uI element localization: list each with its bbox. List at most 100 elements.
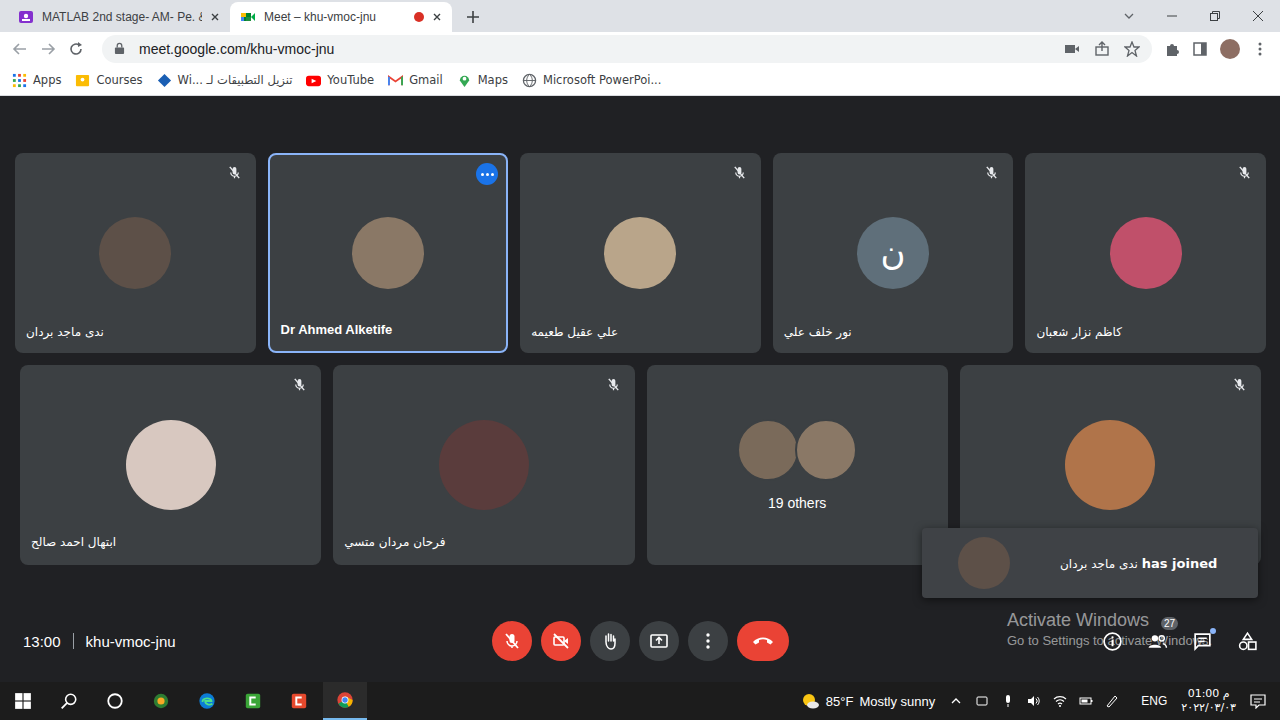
battery-icon[interactable] [1079,694,1093,708]
more-options-button[interactable] [476,163,498,185]
raise-hand-icon [600,631,620,651]
bookmark[interactable]: Apps [12,73,61,88]
camera-button[interactable] [541,621,581,661]
recorder-icon[interactable] [290,692,308,710]
meet-tray-icon[interactable] [975,694,989,708]
cortana-icon[interactable] [106,692,124,710]
star-icon[interactable] [1124,41,1140,57]
maps-icon [457,73,472,88]
wifi-icon[interactable] [1053,694,1067,708]
app-icon[interactable] [152,692,170,710]
clock[interactable]: 01:00 م٢٠٢٢/٠٣/٠٣ [1181,687,1236,716]
close-icon[interactable] [432,12,442,22]
bookmark[interactable]: Courses [75,73,142,88]
classroom-icon [18,9,34,25]
close-icon[interactable] [210,12,220,22]
avatar-photo [126,420,216,510]
toolbar: meet.google.com/khu-vmoc-jnu [0,32,1280,65]
camtasia-icon[interactable] [244,692,262,710]
url-text: meet.google.com/khu-vmoc-jnu [139,41,334,57]
extensions-icon[interactable] [1164,41,1180,57]
taskbar: 85°F Mostly sunny ENG 01:00 م٢٠٢٢/٠٣/٠٣ [0,682,1280,720]
bookmark[interactable]: Microsoft PowerPoi... [522,73,661,88]
side-panel-icon[interactable] [1192,41,1208,57]
mic-off-icon [732,165,747,180]
bookmark[interactable]: Maps [457,73,508,88]
address-bar[interactable]: meet.google.com/khu-vmoc-jnu [102,35,1152,63]
profile-avatar[interactable] [1220,39,1240,59]
others-avatars [737,419,857,481]
weather-temp: 85°F [826,694,854,709]
restore-icon[interactable] [1208,9,1222,23]
pen-icon[interactable] [1105,694,1119,708]
more-button[interactable] [688,621,728,661]
participant-tile[interactable]: فرحان مردان متسي [333,365,634,565]
participant-tile[interactable]: 19 others [647,365,948,565]
people-button[interactable]: 27 [1147,631,1168,652]
show-hidden-icon[interactable] [949,694,963,708]
search-icon[interactable] [60,692,78,710]
edge-icon[interactable] [198,692,216,710]
bookmark[interactable]: Gmail [388,73,443,88]
microphone-icon[interactable] [1001,694,1015,708]
chat-button[interactable] [1192,631,1213,652]
present-button[interactable] [639,621,679,661]
participant-name: Dr Ahmed Alketife [281,322,393,337]
avatar-photo [604,217,676,289]
notifications-icon[interactable] [1250,693,1266,709]
info-icon[interactable] [1102,631,1123,652]
watermark-title: Activate Windows [1007,610,1212,631]
share-icon[interactable] [1094,41,1110,57]
chrome-icon [336,691,354,709]
weather-condition: Mostly sunny [859,694,935,709]
camera-icon[interactable] [1064,41,1080,57]
mic-off-icon [984,165,999,180]
meeting-time: 13:00 [23,633,61,650]
apps-grid-icon [12,73,27,88]
meeting-info: 13:00khu-vmoc-jnu [23,633,443,650]
activities-icon[interactable] [1237,631,1258,652]
gmail-icon [388,73,403,88]
language-indicator[interactable]: ENG [1141,694,1167,708]
bookmarks-bar: Apps Courses Wi... تنزيل التطبيقات لـ YouTu… [0,65,1280,96]
lock-icon [114,42,125,55]
meet-icon [240,9,256,25]
reload-icon[interactable] [68,41,84,57]
activation-watermark: Activate WindowsGo to Settings to activa… [1007,610,1212,648]
tab-search-icon[interactable] [1122,9,1136,23]
volume-icon[interactable] [1027,694,1041,708]
participant-name: ابتهال احمد صالح [31,535,116,549]
back-icon[interactable] [12,41,28,57]
bookmark[interactable]: Wi... تنزيل التطبيقات لـ [157,73,293,88]
mic-off-icon [606,377,621,392]
hand-button[interactable] [590,621,630,661]
participant-tile[interactable]: كاظم نزار شعبان [1025,153,1266,353]
bookmark-label: YouTube [327,73,374,87]
bookmark-label: Gmail [409,73,443,87]
participant-tile[interactable]: علي عقيل طعيمه [520,153,761,353]
minimize-icon[interactable] [1165,9,1179,23]
clock-time: 01:00 م [1188,687,1230,701]
windows-start-icon[interactable] [14,692,32,710]
bookmark-label: Microsoft PowerPoi... [543,73,661,87]
participant-tile[interactable]: ننور خلف علي [773,153,1014,353]
participant-tile[interactable]: ندى ماجد بردان [15,153,256,353]
participant-tile[interactable]: ابتهال احمد صالح [20,365,321,565]
leave-button[interactable] [737,621,789,661]
chrome-taskbar-button[interactable] [323,682,367,720]
bookmark[interactable]: YouTube [306,73,374,88]
forward-icon[interactable] [40,41,56,57]
new-tab-icon[interactable] [466,10,480,24]
participant-name: نور خلف علي [784,325,852,339]
browser-tab[interactable]: Meet – khu-vmoc-jnu [230,2,452,32]
classroom-icon [75,73,90,88]
menu-icon[interactable] [1252,41,1268,57]
weather-widget[interactable]: 85°F Mostly sunny [800,691,935,711]
browser-tab[interactable]: MATLAB 2nd stage- AM- Pe. & G [8,2,230,32]
participant-tile[interactable]: Dr Ahmed Alketife [268,153,509,353]
participant-grid: ندى ماجد بردان Dr Ahmed Alketife علي عقيل … [0,96,1280,600]
mic-button[interactable] [492,621,532,661]
bookmark-label: Wi... تنزيل التطبيقات لـ [178,73,293,87]
close-window-icon[interactable] [1251,9,1265,23]
participant-name: فرحان مردان متسي [344,535,445,549]
